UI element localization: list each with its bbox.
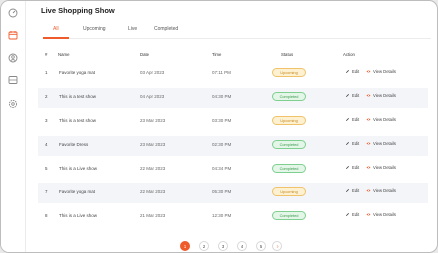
column-header-name: Name [58, 52, 70, 57]
eye-icon [366, 166, 371, 169]
row-name: This is a Live show [59, 166, 98, 171]
table-row: 3 This is a test show 23 Mar 2023 03:30 … [38, 112, 428, 132]
pencil-icon [346, 189, 349, 192]
status-badge: Completed [272, 92, 306, 101]
sidebar [1, 1, 26, 252]
page-title: Live Shopping Show [41, 6, 115, 15]
eye-icon [366, 94, 371, 97]
row-time: 02:30 PM [212, 142, 232, 147]
row-name: This is a test show [59, 94, 97, 99]
row-date: 23 Mar 2023 [140, 142, 166, 147]
tab-all[interactable]: All [53, 26, 59, 32]
edit-button[interactable]: Edit [345, 69, 359, 74]
row-number: 4 [45, 142, 48, 147]
row-name: This is a test show [59, 118, 97, 123]
column-header-status: Status [281, 52, 294, 57]
app-frame: Live Shopping Show All Upcoming Live Com… [0, 0, 438, 253]
status-badge: Upcoming [272, 116, 306, 125]
page-button-2[interactable]: 2 [199, 241, 209, 251]
row-number: 3 [45, 118, 48, 123]
settings-icon[interactable] [7, 98, 19, 110]
chevron-right-icon [276, 244, 279, 248]
list-icon[interactable] [7, 74, 19, 86]
pencil-icon [346, 213, 349, 216]
pencil-icon [346, 94, 349, 97]
edit-button[interactable]: Edit [345, 141, 359, 146]
status-badge: Completed [272, 211, 306, 220]
view-details-button[interactable]: View Details [366, 69, 396, 74]
eye-icon [366, 70, 371, 73]
view-details-button[interactable]: View Details [366, 141, 396, 146]
pencil-icon [346, 118, 349, 121]
status-badge: Upcoming [272, 187, 306, 196]
page-button-4[interactable]: 4 [237, 241, 247, 251]
status-badge: Completed [272, 164, 306, 173]
row-name: Favorite Dress [59, 142, 89, 147]
row-number: 1 [45, 70, 48, 75]
column-header-number: # [45, 52, 48, 57]
status-badge: Completed [272, 140, 306, 149]
tab-live[interactable]: Live [128, 26, 137, 32]
users-icon[interactable] [7, 52, 19, 64]
page-button-5[interactable]: 5 [256, 241, 266, 251]
edit-button[interactable]: Edit [345, 212, 359, 217]
row-name: This is a Live show [59, 213, 98, 218]
edit-button[interactable]: Edit [345, 188, 359, 193]
dashboard-icon[interactable] [7, 7, 19, 19]
row-number: 5 [45, 166, 48, 171]
view-details-button[interactable]: View Details [366, 165, 396, 170]
table-row: 8 This is a Live show 21 Mar 2023 12:30 … [38, 207, 428, 227]
row-date: 03 Apr 2023 [140, 70, 165, 75]
row-time: 04:34 PM [212, 166, 232, 171]
pencil-icon [346, 166, 349, 169]
row-number: 8 [45, 213, 48, 218]
row-date: 04 Apr 2023 [140, 94, 165, 99]
column-header-action: Action [343, 52, 355, 57]
row-number: 2 [45, 94, 48, 99]
page-button-3[interactable]: 3 [218, 241, 228, 251]
row-time: 07:11 PM [212, 70, 231, 75]
view-details-button[interactable]: View Details [366, 212, 396, 217]
column-header-time: Time [212, 52, 222, 57]
row-date: 22 Mar 2023 [140, 189, 166, 194]
view-details-button[interactable]: View Details [366, 188, 396, 193]
eye-icon [366, 142, 371, 145]
active-tab-indicator [43, 37, 69, 39]
column-header-date: Date [140, 52, 150, 57]
eye-icon [366, 189, 371, 192]
row-name: Favorite yoga mat [59, 70, 96, 75]
tab-upcoming[interactable]: Upcoming [83, 26, 106, 32]
pencil-icon [346, 142, 349, 145]
table-row: 4 Favorite Dress 23 Mar 2023 02:30 PM Co… [38, 136, 428, 156]
calendar-icon[interactable] [7, 29, 19, 41]
row-date: 21 Mar 2023 [140, 213, 166, 218]
edit-button[interactable]: Edit [345, 117, 359, 122]
tab-completed[interactable]: Completed [154, 26, 178, 32]
row-date: 22 Mar 2023 [140, 166, 166, 171]
table-row: 5 This is a Live show 22 Mar 2023 04:34 … [38, 160, 428, 180]
page-button-1[interactable]: 1 [180, 241, 190, 251]
table-row: 1 Favorite yoga mat 03 Apr 2023 07:11 PM… [38, 64, 428, 84]
eye-icon [366, 213, 371, 216]
row-time: 03:30 PM [212, 118, 232, 123]
table-row: 7 Favorite yoga mat 22 Mar 2023 05:30 PM… [38, 183, 428, 203]
row-date: 23 Mar 2023 [140, 118, 166, 123]
row-number: 7 [45, 189, 48, 194]
next-page-button[interactable] [272, 241, 282, 251]
row-name: Favorite yoga mat [59, 189, 96, 194]
eye-icon [366, 118, 371, 121]
row-time: 05:30 PM [212, 189, 232, 194]
status-badge: Upcoming [272, 68, 306, 77]
edit-button[interactable]: Edit [345, 93, 359, 98]
edit-button[interactable]: Edit [345, 165, 359, 170]
row-time: 04:30 PM [212, 94, 232, 99]
view-details-button[interactable]: View Details [366, 93, 396, 98]
pencil-icon [346, 70, 349, 73]
tab-bar: All Upcoming Live Completed [43, 23, 431, 39]
table-row: 2 This is a test show 04 Apr 2023 04:30 … [38, 88, 428, 108]
view-details-button[interactable]: View Details [366, 117, 396, 122]
row-time: 12:30 PM [212, 213, 232, 218]
